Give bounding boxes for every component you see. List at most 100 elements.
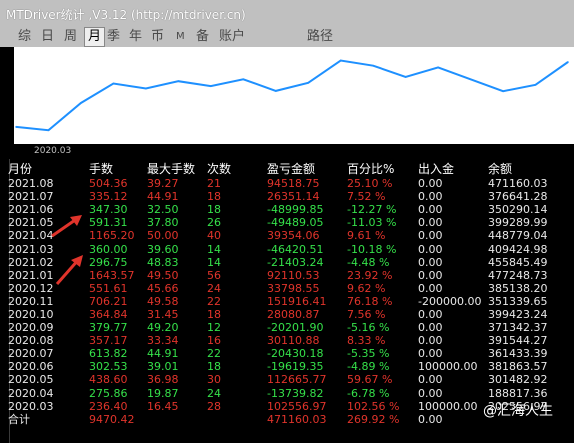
cell-month: 2020.05 <box>8 373 54 387</box>
cell-deposit: -200000.00 <box>418 294 482 308</box>
balance-point-2020.12 <box>307 82 310 84</box>
cell-pnl: 112665.77 <box>267 373 327 387</box>
balance-point-2021.05 <box>469 78 472 81</box>
cell-balance: 455845.49 <box>488 255 548 269</box>
cell-balance: 471160.03 <box>488 177 548 191</box>
table-row: 2020.08 357.17 33.34 16 30110.88 8.33 % 0.00 39… <box>0 334 574 347</box>
table-row: 2021.08 504.36 39.27 21 94518.75 25.10 % 0.00 4… <box>0 177 574 190</box>
cell-trades: 22 <box>207 347 221 361</box>
cell-lots: 706.21 <box>89 294 128 308</box>
balance-point-2020.04 <box>47 129 50 131</box>
table-header-row: 月份 手数 最大手数 次数 盈亏金额 百分比% 出入金 余额 <box>0 160 574 177</box>
cell-lots: 1643.57 <box>89 268 135 282</box>
tab-year[interactable]: 年 <box>129 28 142 46</box>
cell-trades: 30 <box>207 373 221 387</box>
cell-percent: 9.61 % <box>347 229 386 243</box>
cell-percent: 7.52 % <box>347 190 386 204</box>
cell-pnl: 28080.87 <box>267 307 320 321</box>
cell-month: 2020.07 <box>8 347 54 361</box>
balance-series-line <box>15 59 569 132</box>
cell-month: 2020.06 <box>8 360 54 374</box>
cell-max-lots: 50.00 <box>147 229 179 243</box>
table-row: 2020.11 706.21 49.58 22 151916.41 76.18 % -200… <box>0 295 574 308</box>
cell-trades: 28 <box>207 399 221 413</box>
balance-point-2020.10 <box>242 78 245 81</box>
cell-balance: 376641.28 <box>488 190 548 204</box>
col-lots-header: 手数 <box>89 162 114 176</box>
watermark: @汇海人生 <box>483 403 553 419</box>
cell-max-lots: 33.34 <box>147 334 179 348</box>
tab-m[interactable]: M <box>176 28 185 46</box>
total-label: 合计 <box>8 412 30 426</box>
cell-max-lots: 44.91 <box>147 347 179 361</box>
table-row: 2021.06 347.30 32.50 18 -48999.85 -12.27 % 0.0… <box>0 203 574 216</box>
cell-percent: 8.33 % <box>347 334 386 348</box>
table-row: 2020.06 302.53 39.01 18 -19619.35 -4.89 % 1000… <box>0 360 574 373</box>
table-row: 2021.07 335.12 44.91 18 26351.14 7.52 % 0.00 37… <box>0 190 574 203</box>
cell-deposit: 100000.00 <box>418 360 478 374</box>
cell-deposit: 0.00 <box>418 321 443 335</box>
balance-point-2020.06 <box>112 82 115 85</box>
cell-month: 2020.03 <box>8 399 54 413</box>
cell-percent: 7.56 % <box>347 307 386 321</box>
cell-deposit: 0.00 <box>418 255 443 269</box>
red-arrow-annotation-1 <box>51 215 82 238</box>
cell-deposit: 0.00 <box>418 268 443 282</box>
cell-trades: 24 <box>207 281 221 295</box>
cell-balance: 371342.37 <box>488 321 548 335</box>
cell-trades: 18 <box>207 307 221 321</box>
table-row: 2021.01 1643.57 49.50 56 92110.53 23.92 % 0.00… <box>0 269 574 282</box>
cell-lots: 591.31 <box>89 216 128 230</box>
cell-balance: 385138.20 <box>488 281 548 295</box>
tab-bar: 综 日 周 月 季 年 币 M 备 账户 路径 <box>0 25 574 47</box>
cell-deposit: 0.00 <box>418 229 443 243</box>
cell-deposit: 0.00 <box>418 281 443 295</box>
cell-pnl: -49489.05 <box>267 216 324 230</box>
table-row: 2020.07 613.82 44.91 22 -20430.18 -5.35 % 0.00… <box>0 347 574 360</box>
cell-max-lots: 48.83 <box>147 255 179 269</box>
tab-overview[interactable]: 综 <box>18 28 31 46</box>
cell-lots: 347.30 <box>89 203 128 217</box>
cell-trades: 14 <box>207 255 221 269</box>
tab-month[interactable]: 月 <box>84 27 106 47</box>
balance-point-2021.06 <box>502 90 504 92</box>
tab-quarter[interactable]: 季 <box>107 28 120 46</box>
cell-pnl: -19619.35 <box>267 360 324 374</box>
cell-balance: 188817.36 <box>488 386 548 400</box>
cell-month: 2021.07 <box>8 190 54 204</box>
tab-notes[interactable]: 备 <box>196 28 209 46</box>
balance-point-2020.07 <box>145 87 147 90</box>
cell-max-lots: 44.91 <box>147 190 179 204</box>
cell-deposit: 0.00 <box>418 216 443 230</box>
cell-pnl: 151916.41 <box>267 294 327 308</box>
cell-month: 2020.04 <box>8 386 54 400</box>
cell-deposit: 0.00 <box>418 177 443 191</box>
cell-month: 2020.08 <box>8 334 54 348</box>
table-row: 2021.02 296.75 48.83 14 -21403.24 -4.48 % 0.00… <box>0 256 574 269</box>
balance-point-2020.08 <box>177 80 180 82</box>
table-row: 2020.05 438.60 36.98 30 112665.77 59.67 % 0.00… <box>0 373 574 386</box>
table-row: 2020.09 379.77 49.20 12 -20201.90 -5.16 % 0.00… <box>0 321 574 334</box>
cell-max-lots: 19.87 <box>147 386 179 400</box>
cell-lots: 302.53 <box>89 360 128 374</box>
balance-point-2021.08 <box>567 61 569 63</box>
cell-month: 2020.10 <box>8 307 54 321</box>
tab-week[interactable]: 周 <box>64 28 77 46</box>
tab-day[interactable]: 日 <box>41 28 54 46</box>
balance-point-2020.05 <box>80 102 82 104</box>
cell-max-lots: 39.60 <box>147 242 179 256</box>
cell-deposit: 100000.00 <box>418 399 478 413</box>
tab-account[interactable]: 账户 <box>219 28 245 46</box>
total-pnl: 471160.03 <box>267 412 327 426</box>
cell-trades: 12 <box>207 321 221 335</box>
cell-balance: 350290.14 <box>488 203 548 217</box>
balance-point-2020.11 <box>275 90 277 92</box>
cell-lots: 357.17 <box>89 334 128 348</box>
tab-path[interactable]: 路径 <box>307 28 333 46</box>
cell-lots: 236.40 <box>89 399 128 413</box>
tab-currency[interactable]: 币 <box>151 28 164 46</box>
total-deposit: 0.00 <box>418 412 443 426</box>
total-max-lots <box>147 413 207 426</box>
cell-trades: 21 <box>207 177 221 191</box>
cell-lots: 504.36 <box>89 177 128 191</box>
